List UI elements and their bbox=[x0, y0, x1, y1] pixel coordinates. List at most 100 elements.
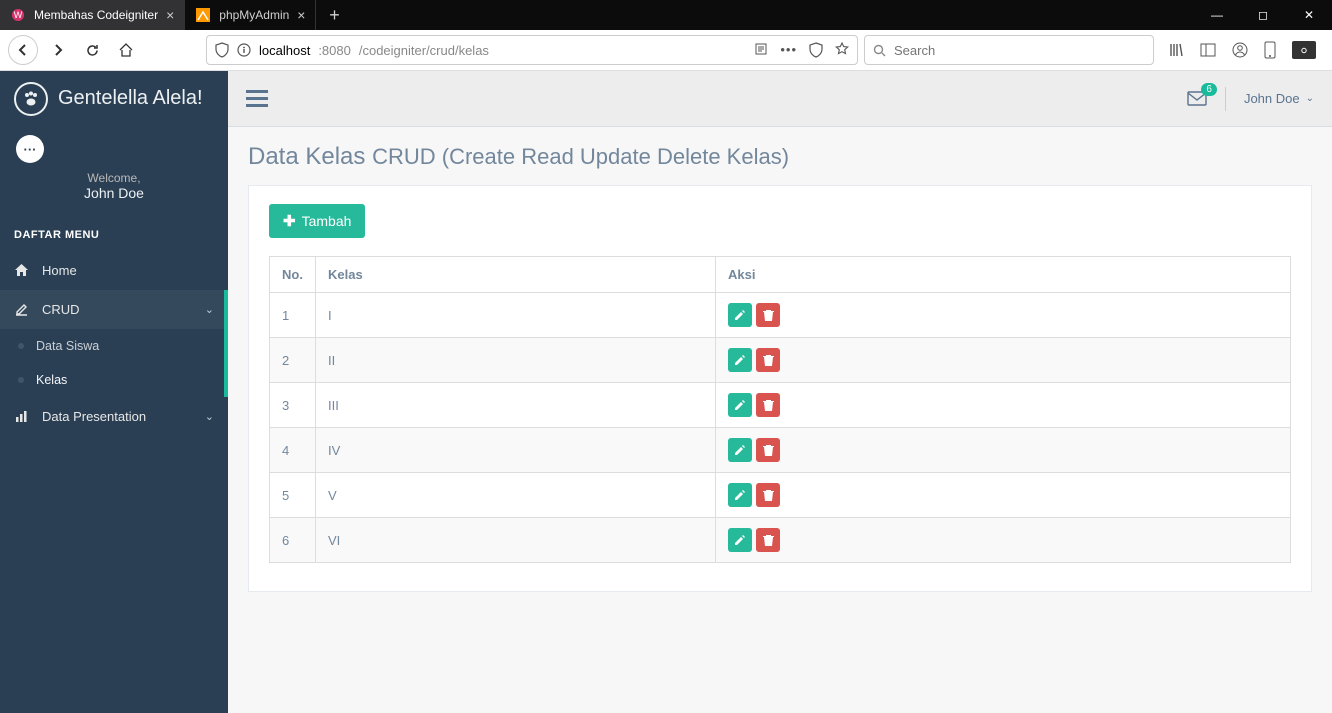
table-row: 1I bbox=[270, 293, 1291, 338]
search-box[interactable] bbox=[864, 35, 1154, 65]
page-title-main: Data Kelas bbox=[248, 143, 365, 170]
bookmark-icon[interactable] bbox=[835, 42, 849, 58]
trash-icon bbox=[763, 354, 774, 366]
plus-icon: ✚ bbox=[283, 212, 296, 230]
trash-icon bbox=[763, 489, 774, 501]
add-button-label: Tambah bbox=[302, 213, 352, 229]
bar-chart-icon bbox=[14, 409, 30, 424]
search-input[interactable] bbox=[894, 43, 1145, 58]
reader-icon[interactable] bbox=[754, 42, 768, 58]
welcome-text: Welcome, bbox=[14, 171, 214, 185]
table-row: 3III bbox=[270, 383, 1291, 428]
browser-tab-0[interactable]: W Membahas Codeigniter × bbox=[0, 0, 185, 30]
home-button[interactable] bbox=[112, 36, 140, 64]
svg-text:W: W bbox=[14, 10, 23, 20]
brand-text: Gentelella Alela! bbox=[58, 87, 203, 110]
delete-button[interactable] bbox=[756, 528, 780, 552]
close-window-button[interactable]: ✕ bbox=[1286, 0, 1332, 30]
table-row: 6VI bbox=[270, 518, 1291, 563]
cell-kelas: IV bbox=[316, 428, 716, 473]
crud-submenu: Data Siswa Kelas bbox=[0, 329, 228, 397]
cell-aksi bbox=[716, 518, 1291, 563]
url-port: :8080 bbox=[318, 43, 351, 58]
trash-icon bbox=[763, 399, 774, 411]
sidebar-subitem-label: Kelas bbox=[36, 373, 67, 387]
info-icon[interactable] bbox=[237, 43, 251, 57]
screenshot-icon[interactable] bbox=[1292, 41, 1316, 59]
delete-button[interactable] bbox=[756, 438, 780, 462]
address-bar[interactable]: localhost:8080/codeigniter/crud/kelas ••… bbox=[206, 35, 858, 65]
delete-button[interactable] bbox=[756, 348, 780, 372]
edit-button[interactable] bbox=[728, 483, 752, 507]
mobile-icon[interactable] bbox=[1264, 41, 1276, 59]
cell-kelas: VI bbox=[316, 518, 716, 563]
favicon-icon bbox=[195, 7, 211, 23]
close-icon[interactable]: × bbox=[297, 7, 305, 23]
table-row: 4IV bbox=[270, 428, 1291, 473]
sidebar-toggle-icon[interactable] bbox=[1200, 43, 1216, 57]
back-button[interactable] bbox=[8, 35, 38, 65]
edit-button[interactable] bbox=[728, 438, 752, 462]
shield-icon[interactable] bbox=[215, 42, 229, 58]
brand[interactable]: Gentelella Alela! bbox=[0, 71, 228, 127]
edit-button[interactable] bbox=[728, 528, 752, 552]
browser-tab-1[interactable]: phpMyAdmin × bbox=[185, 0, 316, 30]
menu-section-title: DAFTAR MENU bbox=[0, 219, 228, 251]
delete-button[interactable] bbox=[756, 303, 780, 327]
reload-button[interactable] bbox=[78, 36, 106, 64]
sidebar-item-data-presentation[interactable]: Data Presentation ⌄ bbox=[0, 397, 228, 436]
maximize-button[interactable]: ◻ bbox=[1240, 0, 1286, 30]
account-icon[interactable] bbox=[1232, 42, 1248, 58]
trash-icon bbox=[763, 444, 774, 456]
library-icon[interactable] bbox=[1168, 42, 1184, 58]
pencil-icon bbox=[734, 534, 746, 546]
sidebar-item-home[interactable]: Home bbox=[0, 251, 228, 290]
browser-toolbar: localhost:8080/codeigniter/crud/kelas ••… bbox=[0, 30, 1332, 71]
minimize-button[interactable]: — bbox=[1194, 0, 1240, 30]
page-title: Data Kelas CRUD (Create Read Update Dele… bbox=[248, 143, 1312, 171]
add-button[interactable]: ✚ Tambah bbox=[269, 204, 365, 238]
forward-button[interactable] bbox=[44, 36, 72, 64]
close-icon[interactable]: × bbox=[166, 7, 174, 23]
col-no: No. bbox=[270, 257, 316, 293]
home-icon bbox=[14, 263, 30, 278]
panel: ✚ Tambah No. Kelas Aksi 1I2II3III4IV5V6V… bbox=[248, 185, 1312, 592]
browser-tabstrip: W Membahas Codeigniter × phpMyAdmin × + … bbox=[0, 0, 1332, 30]
trash-icon bbox=[763, 534, 774, 546]
dots-icon[interactable]: ••• bbox=[780, 42, 797, 58]
mail-button[interactable]: 6 bbox=[1187, 91, 1207, 106]
cell-aksi bbox=[716, 428, 1291, 473]
avatar[interactable]: ··· bbox=[16, 135, 44, 163]
sidebar-profile: ··· Welcome, John Doe bbox=[0, 127, 228, 219]
paw-icon bbox=[14, 82, 48, 116]
profile-username: John Doe bbox=[14, 185, 214, 201]
sidebar-item-crud[interactable]: CRUD ⌄ bbox=[0, 290, 228, 329]
sidebar-item-label: Home bbox=[42, 263, 77, 278]
user-menu[interactable]: John Doe ⌄ bbox=[1244, 91, 1314, 106]
new-tab-button[interactable]: + bbox=[316, 0, 352, 30]
pencil-icon bbox=[734, 489, 746, 501]
search-icon bbox=[873, 44, 886, 57]
mail-badge: 6 bbox=[1201, 83, 1217, 96]
edit-button[interactable] bbox=[728, 393, 752, 417]
sidebar-item-label: CRUD bbox=[42, 302, 80, 317]
protection-icon[interactable] bbox=[809, 42, 823, 58]
url-path: /codeigniter/crud/kelas bbox=[359, 43, 489, 58]
pencil-icon bbox=[734, 444, 746, 456]
cell-kelas: V bbox=[316, 473, 716, 518]
trash-icon bbox=[763, 309, 774, 321]
hamburger-icon[interactable] bbox=[246, 90, 268, 108]
sidebar-subitem-kelas[interactable]: Kelas bbox=[0, 363, 228, 397]
page-title-sub: CRUD (Create Read Update Delete Kelas) bbox=[372, 144, 789, 169]
edit-button[interactable] bbox=[728, 303, 752, 327]
pencil-icon bbox=[734, 399, 746, 411]
edit-button[interactable] bbox=[728, 348, 752, 372]
delete-button[interactable] bbox=[756, 393, 780, 417]
table-row: 2II bbox=[270, 338, 1291, 383]
user-name: John Doe bbox=[1244, 91, 1300, 106]
chevron-down-icon: ⌄ bbox=[205, 303, 214, 316]
sidebar-subitem-data-siswa[interactable]: Data Siswa bbox=[0, 329, 228, 363]
sidebar-subitem-label: Data Siswa bbox=[36, 339, 99, 353]
col-aksi: Aksi bbox=[716, 257, 1291, 293]
delete-button[interactable] bbox=[756, 483, 780, 507]
